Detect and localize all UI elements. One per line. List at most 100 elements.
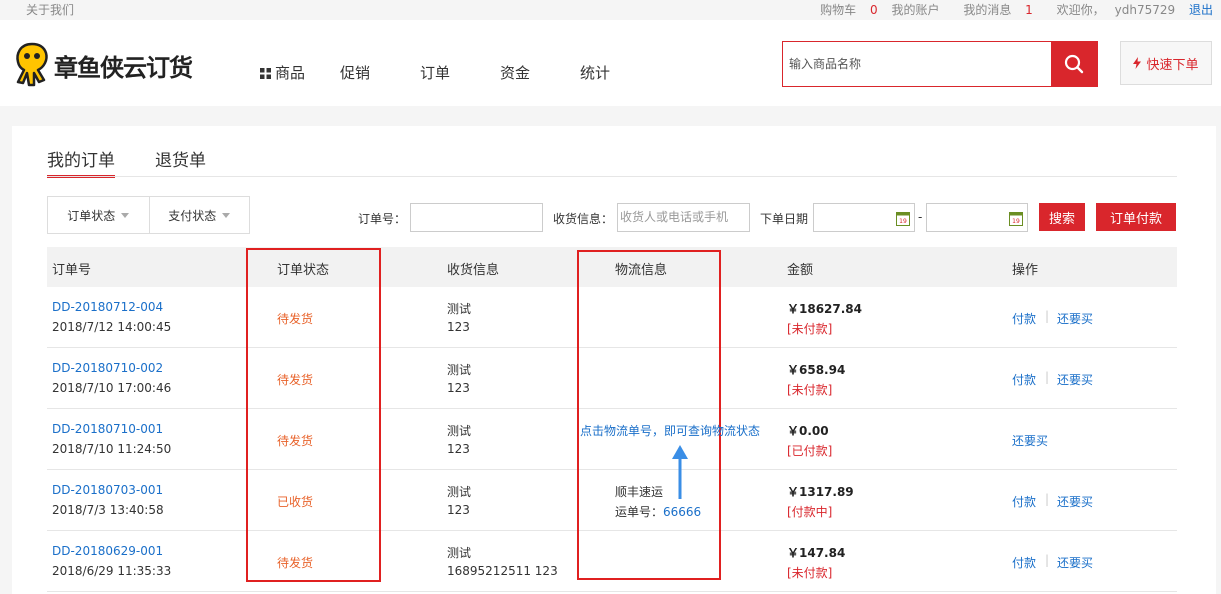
about-us-link[interactable]: 关于我们 xyxy=(26,1,74,18)
nav-item-products[interactable]: 商品 xyxy=(260,62,340,83)
lightning-icon xyxy=(1133,57,1142,69)
order-number-link[interactable]: DD-20180703-001 xyxy=(52,483,163,497)
search-button[interactable] xyxy=(1051,42,1097,86)
highlight-box-logistics-column xyxy=(577,250,721,580)
order-number-link[interactable]: DD-20180710-002 xyxy=(52,361,163,375)
top-bar-right: 购物车 0 我的账户 我的消息 1 欢迎你， ydh75729 退出 xyxy=(800,1,1213,18)
receiver-name: 测试 xyxy=(447,485,472,499)
order-tabs: 我的订单 退货单 xyxy=(47,146,246,178)
top-bar: 关于我们 购物车 0 我的账户 我的消息 1 欢迎你， ydh75729 退出 xyxy=(0,0,1221,20)
messages-count: 1 xyxy=(1025,3,1033,17)
search-icon xyxy=(1064,54,1084,74)
receiver-name: 测试 xyxy=(447,546,472,560)
logo-text: 章鱼侠云订货 xyxy=(54,53,193,82)
status-filters: 订单状态 支付状态 xyxy=(47,196,250,234)
nav-item-stats[interactable]: 统计 xyxy=(580,62,660,83)
logout-link[interactable]: 退出 xyxy=(1189,3,1213,17)
username: ydh75729 xyxy=(1114,3,1176,17)
receiver-label: 收货信息： xyxy=(553,212,614,226)
nav-item-funds[interactable]: 资金 xyxy=(500,62,580,83)
arrow-up-icon xyxy=(672,445,688,499)
order-time: 2018/7/3 13:40:58 xyxy=(52,503,164,517)
action-divider: | xyxy=(1045,309,1050,323)
messages-label: 我的消息 xyxy=(963,3,1012,17)
col-amount: 金额 xyxy=(787,263,814,278)
order-date-label: 下单日期 xyxy=(760,212,809,226)
order-payment-button[interactable]: 订单付款 xyxy=(1096,203,1176,231)
pay-link[interactable]: 付款 xyxy=(1012,371,1036,388)
date-end-input[interactable]: 19 xyxy=(926,203,1028,232)
receiver-input[interactable]: 收货人或电话或手机 xyxy=(617,203,750,232)
search-input[interactable] xyxy=(783,42,1051,86)
octopus-logo-icon xyxy=(16,42,48,87)
receiver-address: 16895212511 123 xyxy=(447,564,558,578)
receiver-name: 测试 xyxy=(447,424,472,438)
my-account-link[interactable]: 我的账户 xyxy=(891,3,939,17)
receiver-address: 123 xyxy=(447,381,470,395)
calendar-icon[interactable]: 19 xyxy=(1009,210,1023,226)
action-divider: | xyxy=(1045,370,1050,384)
receiver-address: 123 xyxy=(447,320,470,334)
order-number-link[interactable]: DD-20180712-004 xyxy=(52,300,163,314)
welcome-label: 欢迎你， xyxy=(1056,3,1105,17)
pay-link[interactable]: 付款 xyxy=(1012,554,1036,571)
buy-again-link[interactable]: 还要买 xyxy=(1057,371,1093,388)
order-time: 2018/7/10 17:00:46 xyxy=(52,381,172,395)
tab-divider xyxy=(47,176,1177,177)
chevron-down-icon xyxy=(222,212,231,218)
cart-count: 0 xyxy=(870,3,878,17)
nav-item-promotions[interactable]: 促销 xyxy=(340,62,420,83)
cart-label: 购物车 xyxy=(820,3,857,17)
order-number-link[interactable]: DD-20180710-001 xyxy=(52,422,163,436)
order-amount: ￥18627.84 xyxy=(787,302,863,316)
buy-again-link[interactable]: 还要买 xyxy=(1057,310,1093,327)
receiver-name: 测试 xyxy=(447,302,472,316)
payment-state: [未付款] xyxy=(787,383,833,397)
pay-status-label: 支付状态 xyxy=(168,208,217,223)
col-actions: 操作 xyxy=(1012,263,1039,278)
svg-text:19: 19 xyxy=(1012,218,1020,225)
date-start-input[interactable]: 19 xyxy=(813,203,915,232)
nav-item-orders[interactable]: 订单 xyxy=(420,62,500,83)
buy-again-link[interactable]: 还要买 xyxy=(1057,554,1093,571)
buy-again-link[interactable]: 还要买 xyxy=(1057,493,1093,510)
pay-link[interactable]: 付款 xyxy=(1012,493,1036,510)
receiver-address: 123 xyxy=(447,503,470,517)
order-no-input[interactable] xyxy=(410,203,543,232)
payment-state: [已付款] xyxy=(787,444,833,458)
tab-my-orders[interactable]: 我的订单 xyxy=(47,146,115,178)
payment-state: [未付款] xyxy=(787,322,833,336)
order-status-dropdown[interactable]: 订单状态 xyxy=(48,197,149,233)
tab-returns[interactable]: 退货单 xyxy=(155,146,206,178)
search-orders-button[interactable]: 搜索 xyxy=(1039,203,1085,231)
header: 章鱼侠云订货 商品 促销 订单 资金 统计 快速下单 xyxy=(0,20,1221,106)
receiver-name: 测试 xyxy=(447,363,472,377)
nav-label-products: 商品 xyxy=(275,64,306,82)
payment-state: [未付款] xyxy=(787,566,833,580)
cart-link[interactable]: 购物车 0 xyxy=(810,3,877,17)
order-number-link[interactable]: DD-20180629-001 xyxy=(52,544,163,558)
my-messages-link[interactable]: 我的消息 1 xyxy=(953,3,1032,17)
order-amount: ￥658.94 xyxy=(787,363,846,377)
pay-status-dropdown[interactable]: 支付状态 xyxy=(148,197,250,233)
order-status-label: 订单状态 xyxy=(67,208,116,223)
grid-icon xyxy=(260,68,271,79)
logo[interactable]: 章鱼侠云订货 xyxy=(12,40,193,90)
pay-link[interactable]: 付款 xyxy=(1012,310,1036,327)
action-divider: | xyxy=(1045,492,1050,506)
buy-again-link[interactable]: 还要买 xyxy=(1012,432,1048,449)
receiver-address: 123 xyxy=(447,442,470,456)
order-time: 2018/6/29 11:35:33 xyxy=(52,564,172,578)
payment-state: [付款中] xyxy=(787,505,833,519)
order-amount: ￥0.00 xyxy=(787,424,829,438)
calendar-icon[interactable]: 19 xyxy=(896,210,910,226)
quick-order-button[interactable]: 快速下单 xyxy=(1120,41,1212,85)
order-time: 2018/7/10 11:24:50 xyxy=(52,442,172,456)
main-nav: 商品 促销 订单 资金 统计 xyxy=(260,62,660,83)
order-amount: ￥1317.89 xyxy=(787,485,854,499)
annotation-tip: 点击物流单号，即可查询物流状态 xyxy=(580,424,761,438)
col-order-no: 订单号 xyxy=(52,263,92,278)
order-amount: ￥147.84 xyxy=(787,546,846,560)
date-separator: - xyxy=(918,210,923,224)
quick-order-label: 快速下单 xyxy=(1146,57,1199,73)
